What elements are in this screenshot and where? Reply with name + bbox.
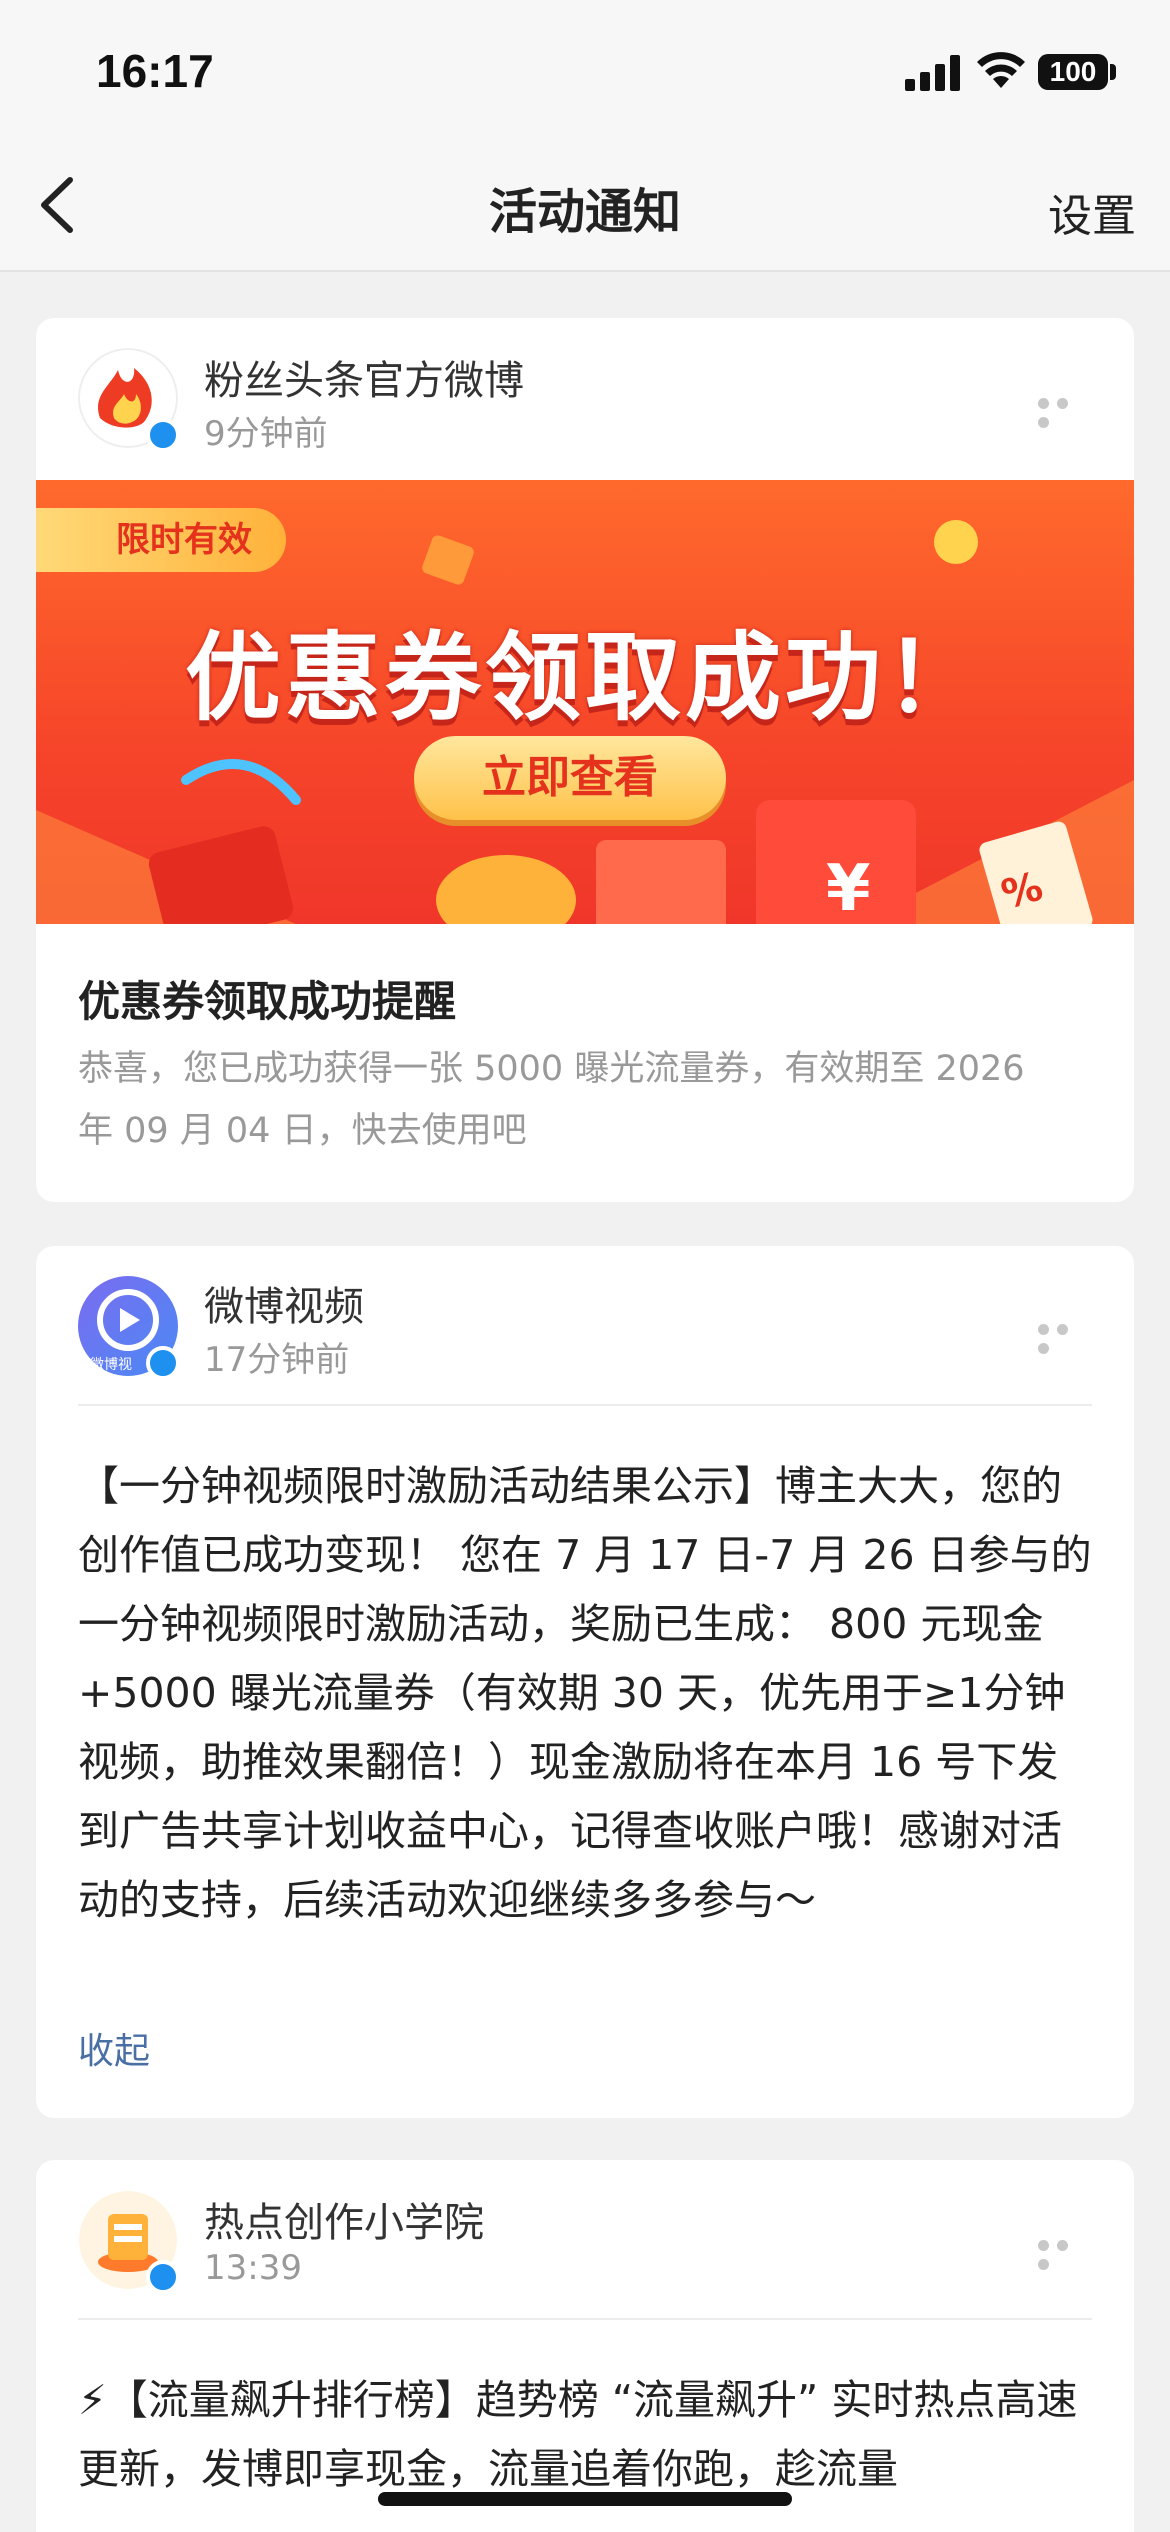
battery-tip <box>1110 64 1116 80</box>
divider <box>78 1404 1092 1406</box>
post-time: 13:39 <box>204 2248 302 2288</box>
poster-name[interactable]: 粉丝头条官方微博 <box>204 348 524 406</box>
post-text: ⚡【流量飙升排行榜】趋势榜 “流量飙升” 实时热点高速更新，发博即享现金，流量追… <box>78 2376 1078 2493</box>
verified-badge-icon <box>146 418 180 452</box>
signal-icon <box>905 55 960 91</box>
status-time: 16:17 <box>96 45 214 97</box>
notification-card[interactable]: 粉丝头条官方微博 9分钟前 ¥ % 限时有效 优惠券领取成功！ 立即查看 优惠券… <box>36 318 1134 1202</box>
verified-badge-icon <box>146 2260 180 2294</box>
verified-badge-icon <box>146 1346 180 1380</box>
status-bar: 16:17 100 <box>0 0 1170 150</box>
home-indicator[interactable] <box>378 2492 792 2506</box>
battery-icon: 100 <box>1038 54 1108 90</box>
banner-headline: 优惠券领取成功！ <box>185 622 985 734</box>
page-title: 活动通知 <box>488 184 681 240</box>
post-time: 17分钟前 <box>204 1340 350 1380</box>
avatar-caption: 微博视 <box>90 1357 132 1373</box>
notification-card[interactable]: 热点创作小学院 13:39 ⚡【流量飙升排行榜】趋势榜 “流量飙升” 实时热点高… <box>36 2160 1134 2532</box>
more-options-icon[interactable] <box>1038 1320 1094 1354</box>
view-now-button[interactable]: 立即查看 <box>414 736 726 820</box>
poster-name[interactable]: 热点创作小学院 <box>204 2190 484 2248</box>
notification-card[interactable]: 微博视 微博视频 17分钟前 【一分钟视频限时激励活动结果公示】博主大大，您的创… <box>36 1246 1134 2118</box>
divider <box>78 2318 1092 2320</box>
settings-button[interactable]: 设置 <box>1048 180 1136 244</box>
svg-text:¥: ¥ <box>826 852 871 924</box>
wifi-icon <box>977 52 1025 88</box>
post-time: 9分钟前 <box>204 414 328 454</box>
notification-title: 优惠券领取成功提醒 <box>78 977 457 1026</box>
collapse-link[interactable]: 收起 <box>78 2022 150 2074</box>
poster-name[interactable]: 微博视频 <box>204 1274 364 1332</box>
post-text: 【一分钟视频限时激励活动结果公示】博主大大，您的创作值已成功变现！ 您在 7 月… <box>78 1462 1092 1924</box>
more-options-icon[interactable] <box>1038 394 1094 428</box>
nav-bar: 活动通知 设置 <box>0 150 1170 272</box>
notification-body: 恭喜，您已成功获得一张 5000 曝光流量券，有效期至 2026 年 09 月 … <box>78 1049 1025 1151</box>
more-options-icon[interactable] <box>1038 2236 1094 2270</box>
limited-time-badge: 限时有效 <box>36 508 286 572</box>
promo-banner[interactable]: ¥ % 限时有效 优惠券领取成功！ 立即查看 <box>36 480 1134 924</box>
